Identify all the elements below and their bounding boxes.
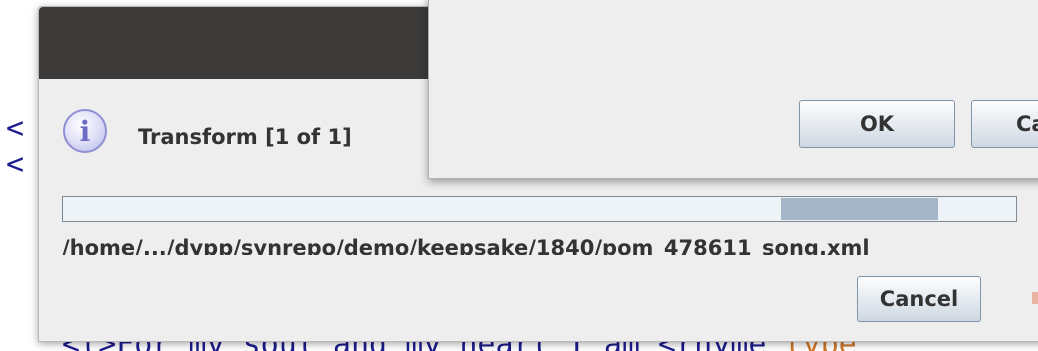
editor-line-fragment: < bbox=[6, 111, 25, 146]
current-file-path: /home/.../dypp/synrepo/demo/keepsake/184… bbox=[62, 236, 870, 255]
cancel-button-partial[interactable]: Ca bbox=[971, 100, 1038, 148]
edge-marker bbox=[1032, 292, 1038, 304]
cancel-button[interactable]: Cancel bbox=[857, 276, 981, 322]
dialog-title: Transform [1 of 1] bbox=[138, 125, 352, 149]
confirm-dialog: OK Ca bbox=[428, 0, 1038, 179]
progress-bar bbox=[62, 196, 1017, 222]
info-icon: i bbox=[63, 109, 107, 153]
ok-button[interactable]: OK bbox=[799, 100, 955, 148]
editor-line-fragment: < bbox=[6, 147, 25, 182]
progress-bar-fill bbox=[781, 198, 938, 220]
screen: < < <l>For my soul and my heart I am <rh… bbox=[0, 0, 1038, 351]
